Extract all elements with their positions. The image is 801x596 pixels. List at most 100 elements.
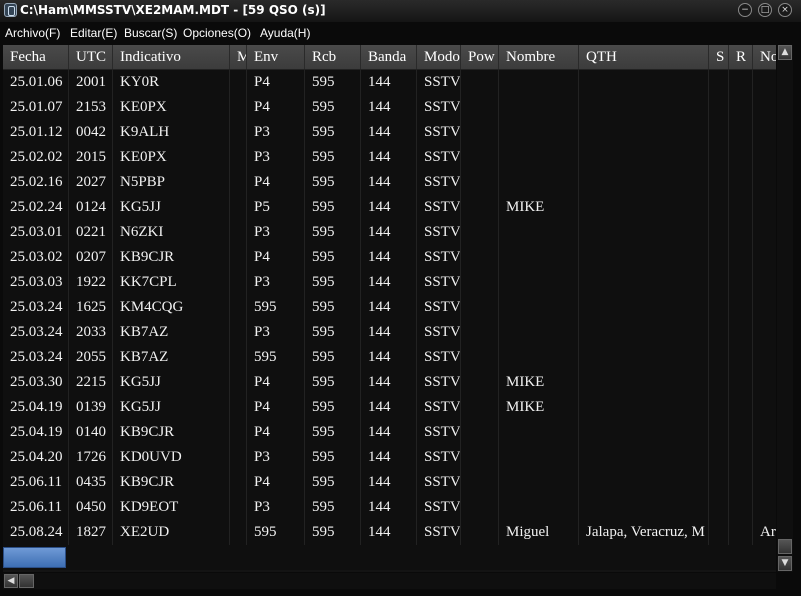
new-entry-row[interactable] [3,545,776,570]
cell-r[interactable] [729,520,753,545]
cell-nombre[interactable] [499,120,579,145]
cell-no[interactable] [753,495,776,520]
table-row[interactable]: 25.06.11 0450 KD9EOT P3 595 144 SSTV [3,495,776,521]
cell-env[interactable]: 595 [247,295,305,320]
cell-nombre[interactable] [499,470,579,495]
cell-fecha[interactable]: 25.02.24 [3,195,69,220]
cell-indicativo[interactable]: KB9CJR [113,420,230,445]
cell-modo[interactable]: SSTV [417,395,461,420]
cell-qth[interactable] [579,370,709,395]
cell-fecha[interactable]: 25.03.30 [3,370,69,395]
cell-nombre[interactable] [499,420,579,445]
cell-r[interactable] [729,295,753,320]
cell-rcb[interactable]: 595 [305,345,361,370]
cell-pow[interactable] [461,345,499,370]
cell-m[interactable] [230,170,247,195]
cell-r[interactable] [729,170,753,195]
cell-s[interactable] [709,70,729,95]
cell-indicativo[interactable]: KG5JJ [113,395,230,420]
cell-banda[interactable]: 144 [361,470,417,495]
cell-banda[interactable]: 144 [361,395,417,420]
column-header-indicativo[interactable]: Indicativo [113,45,230,69]
cell-utc[interactable]: 2027 [69,170,113,195]
column-header-fecha[interactable]: Fecha [3,45,69,69]
cell-s[interactable] [709,195,729,220]
cell-fecha[interactable]: 25.01.12 [3,120,69,145]
cell-rcb[interactable]: 595 [305,420,361,445]
cell-s[interactable] [709,395,729,420]
cell-m[interactable] [230,145,247,170]
vertical-scrollbar[interactable]: ▲ ▼ [777,45,793,572]
cell-rcb[interactable]: 595 [305,145,361,170]
cell-modo[interactable]: SSTV [417,345,461,370]
cell-s[interactable] [709,320,729,345]
cell-s[interactable] [709,495,729,520]
cell-m[interactable] [230,445,247,470]
cell-fecha[interactable]: 25.01.06 [3,70,69,95]
cell-m[interactable] [230,370,247,395]
cell-qth[interactable] [579,70,709,95]
cell-no[interactable] [753,395,776,420]
cell-qth[interactable] [579,245,709,270]
cell-fecha[interactable]: 25.03.01 [3,220,69,245]
cell-utc[interactable]: 2055 [69,345,113,370]
cell-nombre[interactable] [499,270,579,295]
cell-m[interactable] [230,70,247,95]
cell-pow[interactable] [461,270,499,295]
column-header-s[interactable]: S [709,45,729,69]
cell-nombre[interactable]: Miguel [499,520,579,545]
cell-qth[interactable] [579,420,709,445]
cell-indicativo[interactable]: KE0PX [113,145,230,170]
column-header-qth[interactable]: QTH [579,45,709,69]
cell-qth[interactable] [579,270,709,295]
close-icon[interactable]: × [778,3,792,17]
menu-archivo[interactable]: Archivo(F) [5,26,60,40]
cell-no[interactable] [753,370,776,395]
cell-pow[interactable] [461,420,499,445]
cell-qth[interactable] [579,170,709,195]
cell-qth[interactable] [579,320,709,345]
cell-rcb[interactable]: 595 [305,470,361,495]
cell-modo[interactable]: SSTV [417,495,461,520]
table-row[interactable]: 25.02.16 2027 N5PBP P4 595 144 SSTV [3,170,776,196]
cell-env[interactable]: 595 [247,520,305,545]
cell-r[interactable] [729,320,753,345]
cell-s[interactable] [709,295,729,320]
cell-indicativo[interactable]: N5PBP [113,170,230,195]
cell-modo[interactable]: SSTV [417,420,461,445]
cell-fecha[interactable]: 25.06.11 [3,495,69,520]
cell-banda[interactable]: 144 [361,120,417,145]
table-row[interactable]: 25.03.01 0221 N6ZKI P3 595 144 SSTV [3,220,776,246]
cell-banda[interactable]: 144 [361,445,417,470]
cell-env[interactable]: P4 [247,70,305,95]
cell-utc[interactable]: 0042 [69,120,113,145]
cell-pow[interactable] [461,70,499,95]
column-header-m[interactable]: M [230,45,247,69]
cell-nombre[interactable] [499,445,579,470]
menu-ayuda[interactable]: Ayuda(H) [260,26,310,40]
cell-utc[interactable]: 2153 [69,95,113,120]
horizontal-scrollbar[interactable]: ◀ [3,573,776,589]
cell-r[interactable] [729,495,753,520]
table-row[interactable]: 25.01.07 2153 KE0PX P4 595 144 SSTV [3,95,776,121]
cell-utc[interactable]: 0221 [69,220,113,245]
scroll-thumb[interactable] [778,539,792,554]
cell-no[interactable] [753,470,776,495]
cell-qth[interactable] [579,470,709,495]
cell-fecha[interactable]: 25.03.24 [3,345,69,370]
cell-s[interactable] [709,245,729,270]
cell-indicativo[interactable]: KE0PX [113,95,230,120]
cell-r[interactable] [729,470,753,495]
cell-modo[interactable]: SSTV [417,245,461,270]
column-header-utc[interactable]: UTC [69,45,113,69]
cell-m[interactable] [230,345,247,370]
cell-fecha[interactable]: 25.04.20 [3,445,69,470]
cell-no[interactable] [753,170,776,195]
cell-pow[interactable] [461,120,499,145]
minimize-icon[interactable]: − [738,3,752,17]
cell-qth[interactable] [579,220,709,245]
cell-no[interactable] [753,345,776,370]
cell-indicativo[interactable]: KB9CJR [113,245,230,270]
cell-rcb[interactable]: 595 [305,120,361,145]
cell-modo[interactable]: SSTV [417,220,461,245]
